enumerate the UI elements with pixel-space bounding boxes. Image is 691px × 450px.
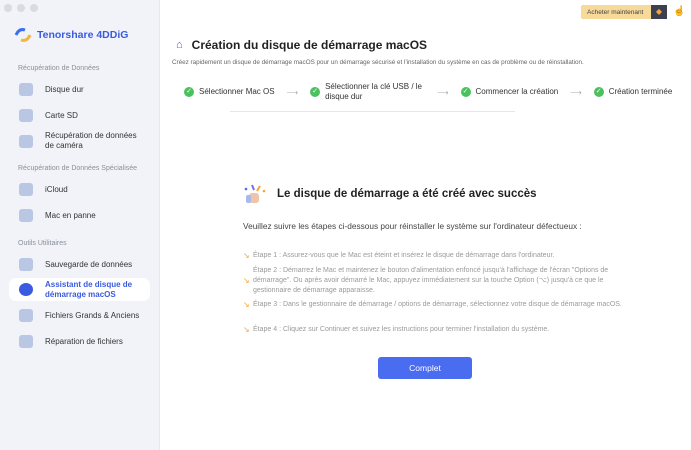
sidebar-item-label: Fichiers Grands & Anciens bbox=[45, 310, 140, 320]
sidebar-item-backup[interactable]: Sauvegarde de données bbox=[9, 258, 150, 271]
pointer-hand-icon[interactable]: ☝ bbox=[673, 6, 685, 17]
instruction-4: ↘ Étape 4 : Cliquez sur Continuer et suiv… bbox=[243, 325, 633, 335]
page-title: Création du disque de démarrage macOS bbox=[191, 38, 428, 52]
sd-card-icon bbox=[19, 109, 33, 122]
sidebar-item-boot-disk-assistant[interactable]: Assistant de disque de démarrage macOS bbox=[9, 278, 150, 301]
success-title: Le disque de démarrage a été créé avec s… bbox=[277, 188, 537, 200]
check-icon: ✓ bbox=[460, 87, 471, 97]
section-label: Récupération de Données Spécialisée bbox=[18, 165, 138, 172]
step-label: Création terminée bbox=[608, 87, 673, 96]
apple-icon bbox=[19, 283, 33, 296]
check-icon: ✓ bbox=[593, 87, 604, 97]
camera-icon bbox=[19, 134, 33, 148]
instruction-text: Étape 2 : Démarrez le Mac et maintenez l… bbox=[253, 267, 609, 294]
repair-icon bbox=[19, 335, 33, 348]
close-window-button[interactable] bbox=[4, 4, 12, 12]
progress-steps: ✓ Sélectionner Mac OS ⟶ ✓ Sélectionner la … bbox=[184, 82, 672, 102]
sidebar-item-camera[interactable]: Récupération de données de caméra bbox=[9, 130, 150, 152]
section-label: Récupération de Données bbox=[18, 65, 100, 72]
success-header: Le disque de démarrage a été créé avec s… bbox=[243, 183, 537, 205]
sidebar-item-icloud[interactable]: iCloud bbox=[9, 183, 150, 196]
sidebar-item-label: Disque dur bbox=[45, 84, 84, 94]
sidebar-item-hard-drive[interactable]: Disque dur bbox=[9, 83, 150, 96]
app-name: Tenorshare 4DDiG bbox=[37, 29, 129, 41]
step-3: ✓ Commencer la création bbox=[460, 87, 559, 97]
sidebar: Tenorshare 4DDiG Récupération de Données… bbox=[0, 0, 160, 450]
complete-button[interactable]: Complet bbox=[378, 357, 472, 379]
arrow-icon: ↘ bbox=[243, 300, 250, 309]
buy-now-label: Acheter maintenant bbox=[587, 8, 644, 16]
instructions-intro: Veuillez suivre les étapes ci-dessous po… bbox=[243, 221, 582, 231]
sidebar-item-large-files[interactable]: Fichiers Grands & Anciens bbox=[9, 309, 150, 322]
sidebar-item-label: Réparation de fichiers bbox=[45, 336, 123, 346]
celebration-icon bbox=[244, 184, 266, 203]
file-icon bbox=[19, 309, 33, 322]
buy-now-button[interactable]: Acheter maintenant ◆ bbox=[581, 5, 667, 19]
instruction-text: Étape 4 : Cliquez sur Continuer et suive… bbox=[253, 326, 550, 333]
sidebar-item-crashed-mac[interactable]: Mac en panne bbox=[9, 209, 150, 222]
app-logo: Tenorshare 4DDiG bbox=[14, 27, 128, 43]
cloud-icon bbox=[19, 183, 33, 196]
sidebar-item-label: Sauvegarde de données bbox=[45, 259, 133, 269]
check-icon: ✓ bbox=[310, 87, 321, 97]
crashed-mac-icon bbox=[19, 209, 33, 222]
instruction-1: ↘ Étape 1 : Assurez-vous que le Mac est é… bbox=[243, 251, 633, 261]
arrow-right-icon: ⟶ bbox=[570, 87, 582, 97]
arrow-icon: ↘ bbox=[243, 325, 250, 334]
arrow-right-icon: ⟶ bbox=[437, 87, 449, 97]
step-2: ✓ Sélectionner la clé USB / le disque dur bbox=[310, 82, 425, 102]
sidebar-item-label: Mac en panne bbox=[45, 210, 96, 220]
divider bbox=[230, 111, 515, 112]
arrow-icon: ↘ bbox=[243, 251, 250, 260]
backup-icon bbox=[19, 258, 33, 271]
page-subtitle: Créez rapidement un disque de démarrage … bbox=[172, 59, 584, 66]
page-header: ⌂ Création du disque de démarrage macOS bbox=[176, 38, 427, 52]
arrow-right-icon: ⟶ bbox=[286, 87, 299, 97]
minimize-window-button[interactable] bbox=[17, 4, 25, 12]
step-1: ✓ Sélectionner Mac OS bbox=[184, 87, 275, 97]
sidebar-item-sd-card[interactable]: Carte SD bbox=[9, 109, 150, 122]
sidebar-item-label: Carte SD bbox=[45, 110, 78, 120]
window-controls bbox=[4, 4, 38, 12]
section-label: Outils Utilitaires bbox=[18, 240, 67, 247]
arrow-icon: ↘ bbox=[243, 276, 250, 285]
logo-icon bbox=[14, 28, 32, 42]
sidebar-item-label: Récupération de données de caméra bbox=[45, 131, 137, 150]
home-icon[interactable]: ⌂ bbox=[176, 39, 183, 51]
instruction-text: Étape 3 : Dans le gestionnaire de démarr… bbox=[253, 301, 622, 308]
hard-drive-icon bbox=[19, 83, 33, 96]
instruction-3: ↘ Étape 3 : Dans le gestionnaire de démar… bbox=[243, 300, 633, 310]
instruction-text: Étape 1 : Assurez-vous que le Mac est ét… bbox=[253, 252, 555, 259]
sidebar-item-label: Assistant de disque de démarrage macOS bbox=[45, 279, 133, 299]
check-icon: ✓ bbox=[184, 87, 194, 97]
maximize-window-button[interactable] bbox=[30, 4, 38, 12]
step-label: Commencer la création bbox=[475, 87, 559, 96]
step-4: ✓ Création terminée bbox=[593, 87, 673, 97]
sidebar-item-file-repair[interactable]: Réparation de fichiers bbox=[9, 335, 150, 348]
sidebar-item-label: iCloud bbox=[45, 184, 68, 194]
diamond-icon: ◆ bbox=[651, 5, 667, 19]
step-label: Sélectionner la clé USB / le disque dur bbox=[325, 82, 422, 101]
instruction-2: ↘ Étape 2 : Démarrez le Mac et maintenez … bbox=[243, 266, 633, 296]
step-label: Sélectionner Mac OS bbox=[199, 87, 275, 96]
